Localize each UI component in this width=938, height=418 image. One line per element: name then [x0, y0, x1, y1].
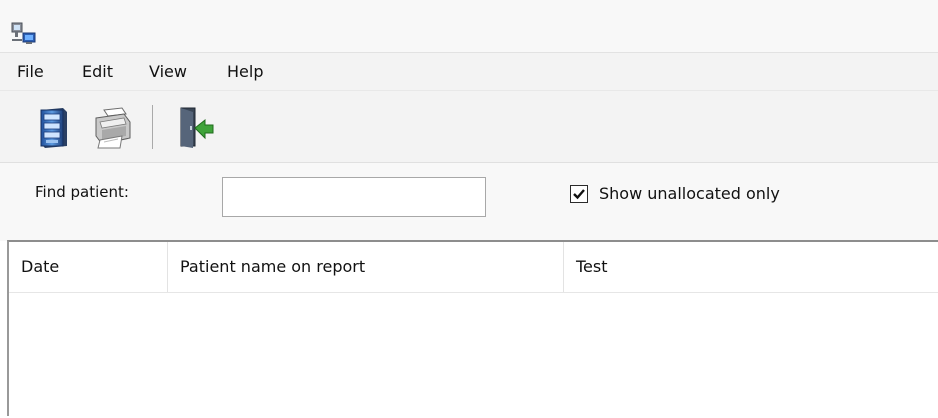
show-unallocated-checkbox[interactable] — [570, 185, 588, 203]
exit-door-icon[interactable] — [175, 104, 215, 150]
find-patient-label: Find patient: — [35, 183, 129, 201]
server-icon[interactable] — [33, 104, 73, 150]
menu-bar: File Edit View Help — [0, 52, 938, 91]
show-unallocated-label: Show unallocated only — [599, 184, 780, 203]
grid-body[interactable] — [9, 293, 938, 418]
patient-report-grid[interactable]: Date Patient name on report Test — [7, 240, 938, 416]
toolbar — [0, 91, 938, 163]
grid-header: Date Patient name on report Test — [9, 242, 938, 293]
network-computers-icon[interactable] — [11, 22, 37, 46]
menu-edit[interactable]: Edit — [82, 62, 113, 82]
printer-icon[interactable] — [92, 104, 132, 150]
column-header-patient-name[interactable]: Patient name on report — [168, 242, 564, 292]
search-panel: Find patient: Show unallocated only — [0, 163, 938, 241]
menu-help[interactable]: Help — [227, 62, 263, 82]
find-patient-input[interactable] — [222, 177, 486, 217]
column-header-date[interactable]: Date — [9, 242, 168, 292]
menu-file[interactable]: File — [17, 62, 44, 82]
checkmark-icon — [573, 189, 585, 200]
title-bar — [0, 0, 938, 52]
toolbar-separator — [152, 105, 153, 149]
menu-view[interactable]: View — [149, 62, 187, 82]
column-header-test[interactable]: Test — [564, 242, 938, 292]
